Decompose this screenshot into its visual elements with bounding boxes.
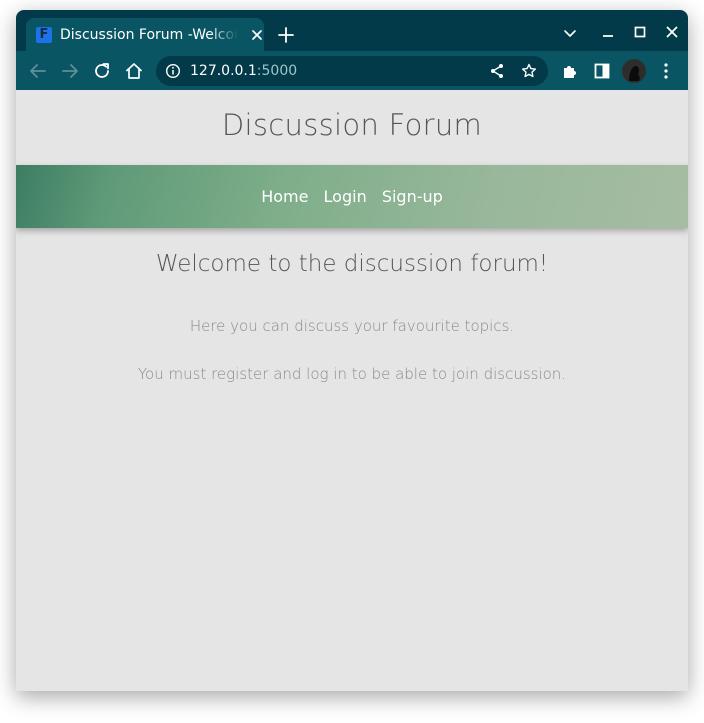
register-notice-paragraph: You must register and log in to be able … — [137, 365, 567, 383]
home-icon[interactable] — [123, 60, 145, 82]
tab-search-icon[interactable] — [558, 21, 582, 45]
new-tab-icon[interactable] — [275, 24, 297, 46]
welcome-heading: Welcome to the discussion forum! — [155, 251, 549, 277]
browser-tab[interactable]: F Discussion Forum -Welcome — [26, 18, 264, 51]
navbar: Home Login Sign-up — [16, 165, 688, 228]
nav-home-link[interactable]: Home — [261, 187, 308, 206]
nav-links: Home Login Sign-up — [16, 187, 688, 207]
url-port: :5000 — [256, 63, 298, 79]
intro-paragraph: Here you can discuss your favourite topi… — [189, 317, 515, 335]
extensions-icon[interactable] — [559, 60, 581, 82]
browser-toolbar: 127.0.0.1:5000 — [16, 51, 688, 90]
site-info-icon[interactable] — [165, 63, 181, 79]
bookmark-star-icon[interactable] — [520, 62, 538, 80]
profile-avatar[interactable] — [622, 59, 646, 83]
tab-title: Discussion Forum -Welcome — [60, 27, 238, 43]
forward-icon[interactable] — [59, 60, 81, 82]
site-title: Discussion Forum — [221, 108, 483, 142]
address-bar[interactable]: 127.0.0.1:5000 — [156, 56, 548, 86]
nav-signup-link[interactable]: Sign-up — [382, 187, 443, 206]
page-content: Discussion Forum Home Login Sign-up Welc… — [16, 90, 688, 691]
tab-strip: F Discussion Forum -Welcome — [16, 10, 688, 51]
side-panel-icon[interactable] — [591, 60, 613, 82]
reload-icon[interactable] — [91, 60, 113, 82]
close-tab-icon[interactable] — [248, 26, 266, 44]
nav-login-link[interactable]: Login — [324, 187, 367, 206]
favicon-icon: F — [36, 27, 52, 43]
minimize-icon[interactable] — [596, 21, 620, 45]
share-icon[interactable] — [488, 62, 506, 80]
url-text: 127.0.0.1:5000 — [190, 62, 297, 80]
menu-kebab-icon[interactable] — [655, 60, 677, 82]
url-host: 127.0.0.1 — [190, 63, 257, 79]
maximize-icon[interactable] — [628, 21, 652, 45]
browser-window: F Discussion Forum -Welcome 127.0.0.1:50… — [16, 10, 688, 691]
close-window-icon[interactable] — [660, 21, 684, 45]
back-icon[interactable] — [27, 60, 49, 82]
